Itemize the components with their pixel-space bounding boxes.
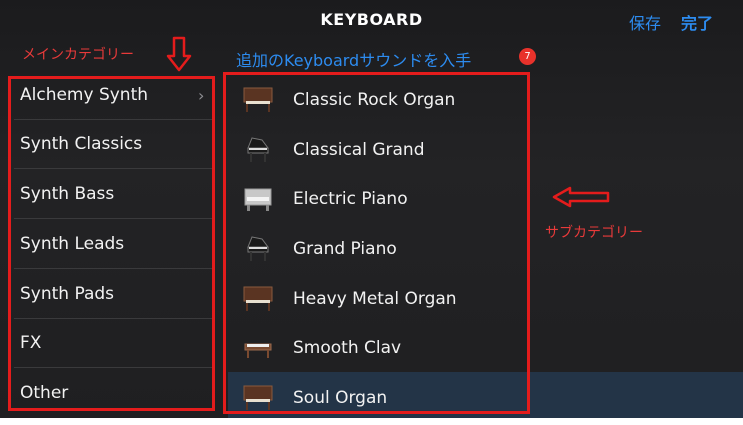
left-arrow-annotation-icon: [552, 186, 610, 208]
get-more-sounds-link[interactable]: 追加のKeyboardサウンドを入手: [236, 47, 471, 71]
main-category-highlight-box: [8, 76, 215, 411]
keyboard-screen: KEYBOARD 保存 完了 メインカテゴリー 追加のKeyboardサウンドを…: [0, 0, 743, 418]
down-arrow-annotation-icon: [166, 36, 192, 72]
sub-category-highlight-box: [223, 72, 530, 414]
sub-category-annotation: サブカテゴリー: [545, 225, 643, 241]
top-bar: KEYBOARD 保存 完了: [0, 0, 743, 40]
save-button[interactable]: 保存: [629, 10, 661, 34]
notification-badge: 7: [519, 48, 536, 65]
main-category-annotation: メインカテゴリー: [22, 47, 134, 63]
done-button[interactable]: 完了: [681, 10, 713, 34]
